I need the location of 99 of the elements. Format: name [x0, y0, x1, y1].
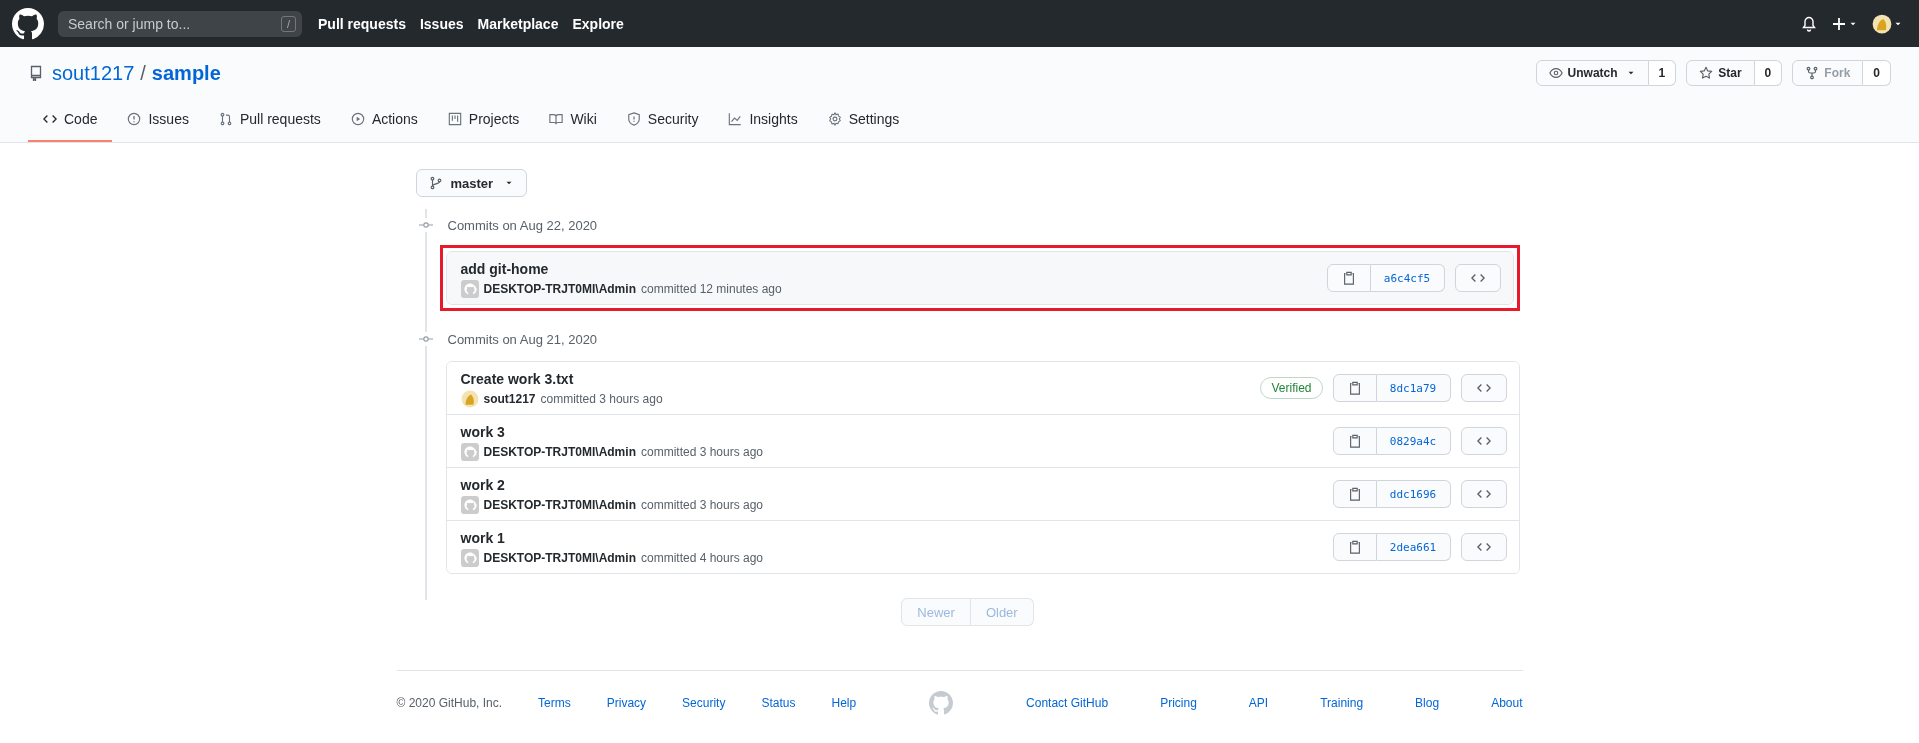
repo-tab[interactable]: Projects	[432, 101, 535, 142]
code-icon	[1476, 381, 1491, 395]
settings-icon	[827, 112, 842, 126]
commit-time: committed 3 hours ago	[640, 444, 764, 459]
commit-title-link[interactable]: Create work 3.txt	[460, 368, 663, 389]
repo-tab[interactable]: Actions	[335, 101, 433, 142]
commit-time: committed 12 minutes ago	[640, 281, 782, 296]
browse-code-button[interactable]	[1460, 374, 1507, 402]
author-link[interactable]: DESKTOP-TRJT0MI\Admin	[483, 497, 636, 512]
nav-link[interactable]: Issues	[419, 15, 464, 32]
copy-button[interactable]	[1332, 427, 1377, 455]
copy-button[interactable]	[1332, 533, 1377, 561]
repo-tab[interactable]: Pull requests	[203, 101, 336, 142]
branch-icon	[428, 176, 443, 190]
clipboard-icon	[1347, 434, 1362, 448]
eye-icon	[1548, 66, 1563, 80]
nav-link[interactable]: Marketplace	[477, 15, 559, 32]
count-link[interactable]: 0	[1754, 60, 1783, 86]
user-avatar-icon[interactable]	[460, 389, 479, 408]
browse-code-button[interactable]	[1460, 480, 1507, 508]
nav-link[interactable]: Pull requests	[318, 15, 406, 32]
copy-button[interactable]	[1326, 264, 1371, 292]
branch-select-button[interactable]: master	[415, 169, 528, 197]
footer-link[interactable]: Security	[682, 696, 726, 710]
copyright-text: © 2020 GitHub, Inc.	[396, 696, 503, 710]
commit-time: committed 3 hours ago	[540, 391, 663, 406]
code-icon	[1476, 487, 1491, 501]
repo-tab[interactable]: Security	[611, 101, 714, 142]
browse-code-button[interactable]	[1454, 264, 1501, 292]
commit-title-link[interactable]: work 3	[460, 421, 764, 442]
notification-icon[interactable]	[1801, 15, 1817, 32]
identicon-avatar-icon[interactable]	[460, 495, 479, 514]
browse-code-button[interactable]	[1460, 533, 1507, 561]
commit-sha-link[interactable]: 2dea661	[1376, 533, 1451, 561]
date-heading: Commits on Aug 22, 2020	[447, 217, 598, 233]
author-link[interactable]: DESKTOP-TRJT0MI\Admin	[483, 550, 636, 565]
pull-request-icon	[218, 112, 233, 126]
avatar-icon[interactable]	[1872, 13, 1892, 34]
nav-link[interactable]: Explore	[572, 15, 624, 32]
repo-icon	[28, 65, 44, 81]
repo-tab[interactable]: Insights	[713, 101, 813, 142]
commit-sha-link[interactable]: 8dc1a79	[1376, 374, 1451, 402]
project-board-icon	[447, 112, 462, 126]
path-separator: /	[140, 61, 146, 85]
repo-name-link[interactable]: sample	[151, 61, 221, 85]
author-link[interactable]: sout1217	[483, 391, 536, 406]
repo-tab[interactable]: Issues	[112, 101, 204, 142]
shortcut-key: /	[280, 15, 296, 32]
owner-link[interactable]: sout1217	[52, 61, 135, 85]
footer-link[interactable]: Status	[761, 696, 796, 710]
footer-link[interactable]: Pricing	[1160, 696, 1197, 710]
commit-title-link[interactable]: work 1	[460, 527, 764, 548]
clipboard-icon	[1347, 540, 1362, 554]
code-icon	[1476, 540, 1491, 554]
footer-link[interactable]: Contact GitHub	[1026, 696, 1109, 710]
footer-link[interactable]: Terms	[538, 696, 571, 710]
clipboard-icon	[1347, 381, 1362, 395]
repo-tab[interactable]: Code	[28, 101, 113, 142]
footer-link[interactable]: About	[1491, 696, 1523, 710]
plus-icon[interactable]	[1831, 15, 1847, 32]
footer-link[interactable]: Training	[1320, 696, 1364, 710]
commit-title-link[interactable]: work 2	[460, 474, 764, 495]
clipboard-icon	[1347, 487, 1362, 501]
copy-button[interactable]	[1332, 480, 1377, 508]
identicon-avatar-icon[interactable]	[460, 442, 479, 461]
copy-button[interactable]	[1332, 374, 1377, 402]
issue-icon	[127, 112, 142, 126]
repo-action-button[interactable]: Unwatch	[1535, 60, 1649, 86]
footer-link[interactable]: API	[1248, 696, 1269, 710]
identicon-avatar-icon[interactable]	[460, 548, 479, 567]
footer-link[interactable]: Help	[831, 696, 857, 710]
book-icon	[549, 112, 564, 126]
commit-sha-link[interactable]: 0829a4c	[1376, 427, 1451, 455]
clipboard-icon	[1341, 271, 1356, 285]
identicon-avatar-icon[interactable]	[460, 279, 479, 298]
commit-title-link[interactable]: add git-home	[460, 258, 782, 279]
footer-link[interactable]: Privacy	[606, 696, 647, 710]
github-logo-icon[interactable]	[12, 7, 44, 40]
shield-icon	[626, 112, 641, 126]
fork-icon	[1805, 66, 1820, 80]
footer-link[interactable]: Blog	[1415, 696, 1440, 710]
graph-icon	[728, 112, 743, 126]
commit-time: committed 3 hours ago	[640, 497, 764, 512]
browse-code-button[interactable]	[1460, 427, 1507, 455]
code-icon	[1476, 434, 1491, 448]
repo-tab[interactable]: Settings	[812, 101, 915, 142]
commit-sha-link[interactable]: a6c4cf5	[1370, 264, 1445, 292]
code-icon	[1470, 271, 1485, 285]
repo-action-button[interactable]: Star	[1686, 60, 1755, 86]
count-link[interactable]: 1	[1648, 60, 1677, 86]
play-icon	[350, 112, 365, 126]
star-icon	[1699, 66, 1714, 80]
date-heading: Commits on Aug 21, 2020	[447, 331, 598, 347]
code-icon	[43, 112, 57, 126]
author-link[interactable]: DESKTOP-TRJT0MI\Admin	[483, 444, 636, 459]
commit-time: committed 4 hours ago	[640, 550, 764, 565]
commit-sha-link[interactable]: ddc1696	[1376, 480, 1451, 508]
author-link[interactable]: DESKTOP-TRJT0MI\Admin	[483, 281, 636, 296]
repo-tab[interactable]: Wiki	[534, 101, 612, 142]
